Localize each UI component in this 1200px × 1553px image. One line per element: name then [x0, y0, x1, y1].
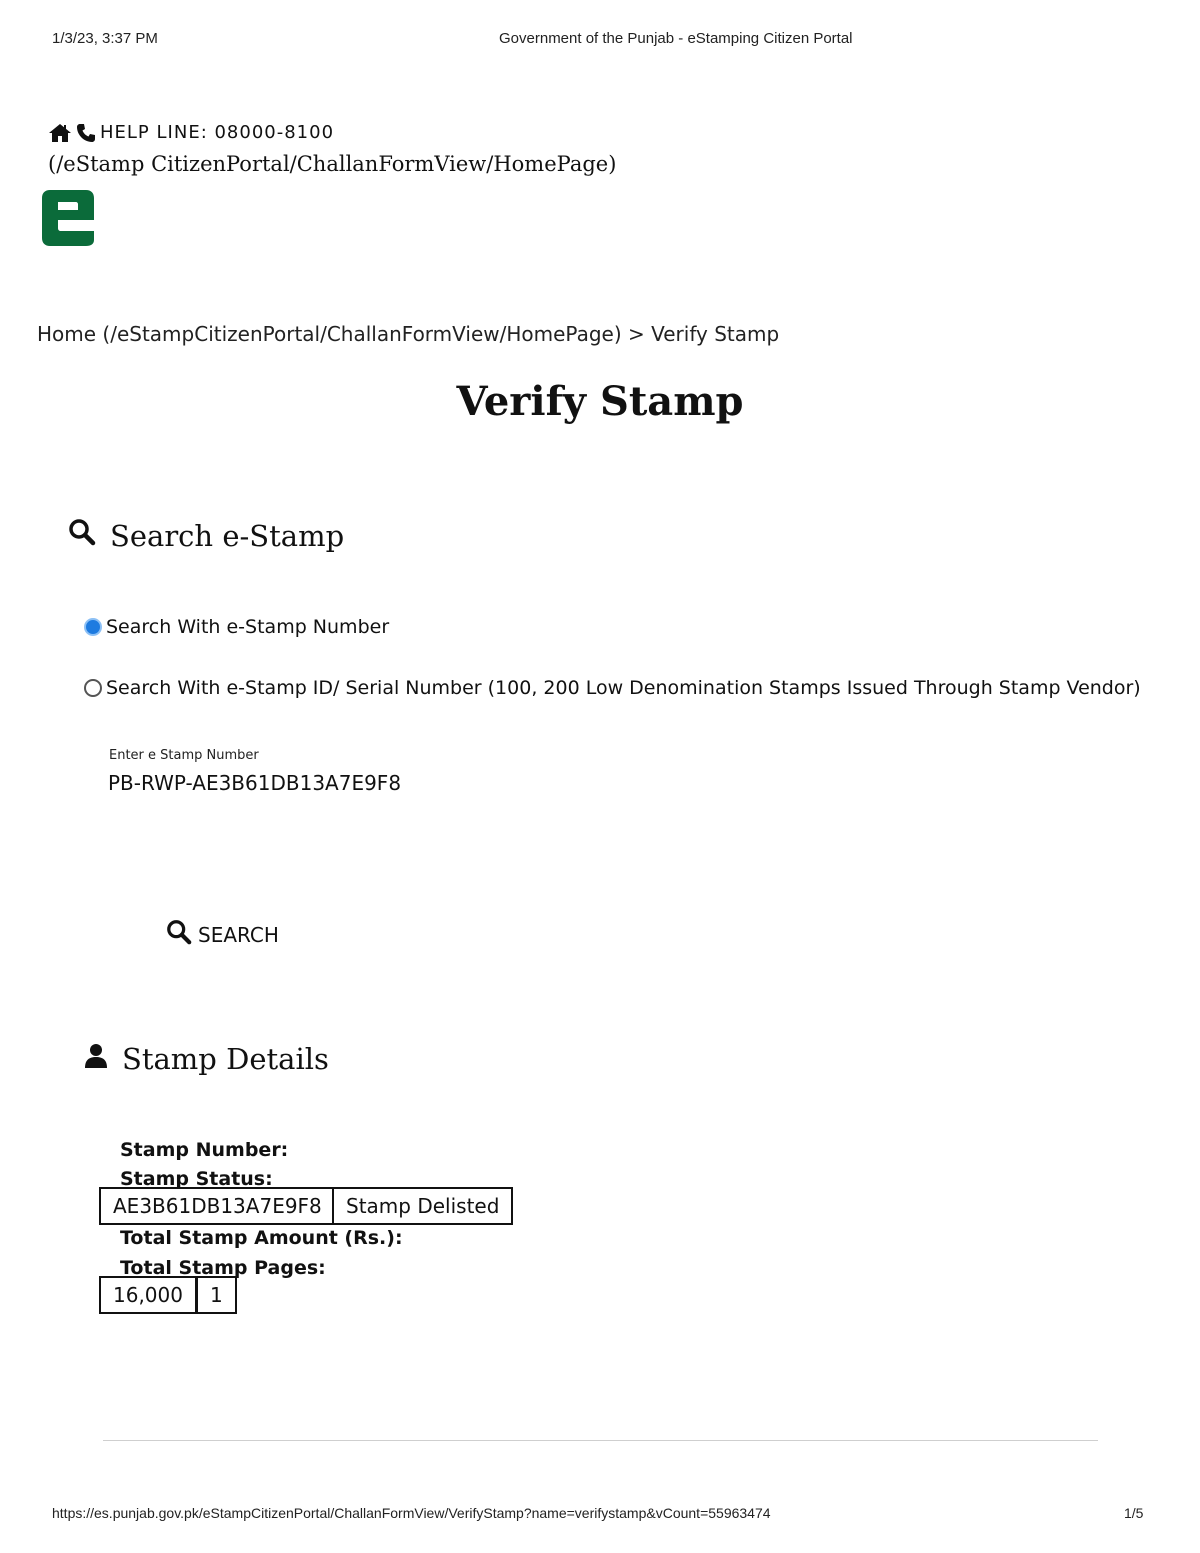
breadcrumb-home-link[interactable]: Home (/eStampCitizenPortal/ChallanFormVi… [37, 322, 622, 346]
home-icon[interactable] [48, 123, 72, 143]
total-amount-value: 16,000 [99, 1276, 197, 1314]
breadcrumb: Home (/eStampCitizenPortal/ChallanFormVi… [37, 322, 779, 346]
print-page-title: Government of the Punjab - eStamping Cit… [499, 30, 853, 47]
search-section-title: Search e-Stamp [68, 518, 344, 553]
details-section-title: Stamp Details [84, 1042, 329, 1076]
stamp-number-value: AE3B61DB13A7E9F8 [99, 1187, 336, 1225]
breadcrumb-current: Verify Stamp [651, 322, 780, 346]
home-link-path[interactable]: (/eStamp CitizenPortal/ChallanFormView/H… [48, 152, 616, 176]
helpline-text: HELP LINE: 08000-8100 [100, 122, 335, 143]
breadcrumb-separator: > [628, 322, 645, 346]
stamp-number-field-label: Enter e Stamp Number [109, 748, 259, 763]
details-section-label: Stamp Details [122, 1042, 329, 1076]
search-icon [68, 518, 96, 553]
search-button-label: SEARCH [198, 922, 279, 947]
page-title: Verify Stamp [456, 378, 744, 425]
radio-option-serial-number[interactable]: Search With e-Stamp ID/ Serial Number (1… [84, 677, 1141, 699]
search-section-label: Search e-Stamp [110, 518, 345, 553]
print-datetime: 1/3/23, 3:37 PM [52, 30, 158, 47]
radio-label: Search With e-Stamp Number [106, 616, 390, 638]
radio-unselected-icon[interactable] [84, 679, 102, 697]
helpline-bar: HELP LINE: 08000-8100 [48, 122, 334, 143]
total-pages-value: 1 [196, 1276, 237, 1314]
stamp-number-label: Stamp Number: [120, 1139, 289, 1161]
stamp-status-value: Stamp Delisted [332, 1187, 514, 1225]
logo-e-icon [42, 190, 94, 246]
stamp-number-input[interactable] [108, 771, 608, 795]
user-icon [84, 1042, 108, 1076]
search-icon [166, 919, 192, 950]
total-amount-label: Total Stamp Amount (Rs.): [120, 1227, 403, 1249]
search-button[interactable]: SEARCH [166, 919, 279, 950]
estamp-logo[interactable] [40, 188, 96, 253]
radio-label: Search With e-Stamp ID/ Serial Number (1… [106, 677, 1141, 699]
radio-option-stamp-number[interactable]: Search With e-Stamp Number [84, 616, 389, 638]
section-divider [103, 1440, 1098, 1441]
phone-icon [76, 123, 96, 143]
print-page-number: 1/5 [1124, 1505, 1144, 1521]
radio-selected-icon[interactable] [84, 618, 102, 636]
print-url: https://es.punjab.gov.pk/eStampCitizenPo… [52, 1505, 771, 1521]
